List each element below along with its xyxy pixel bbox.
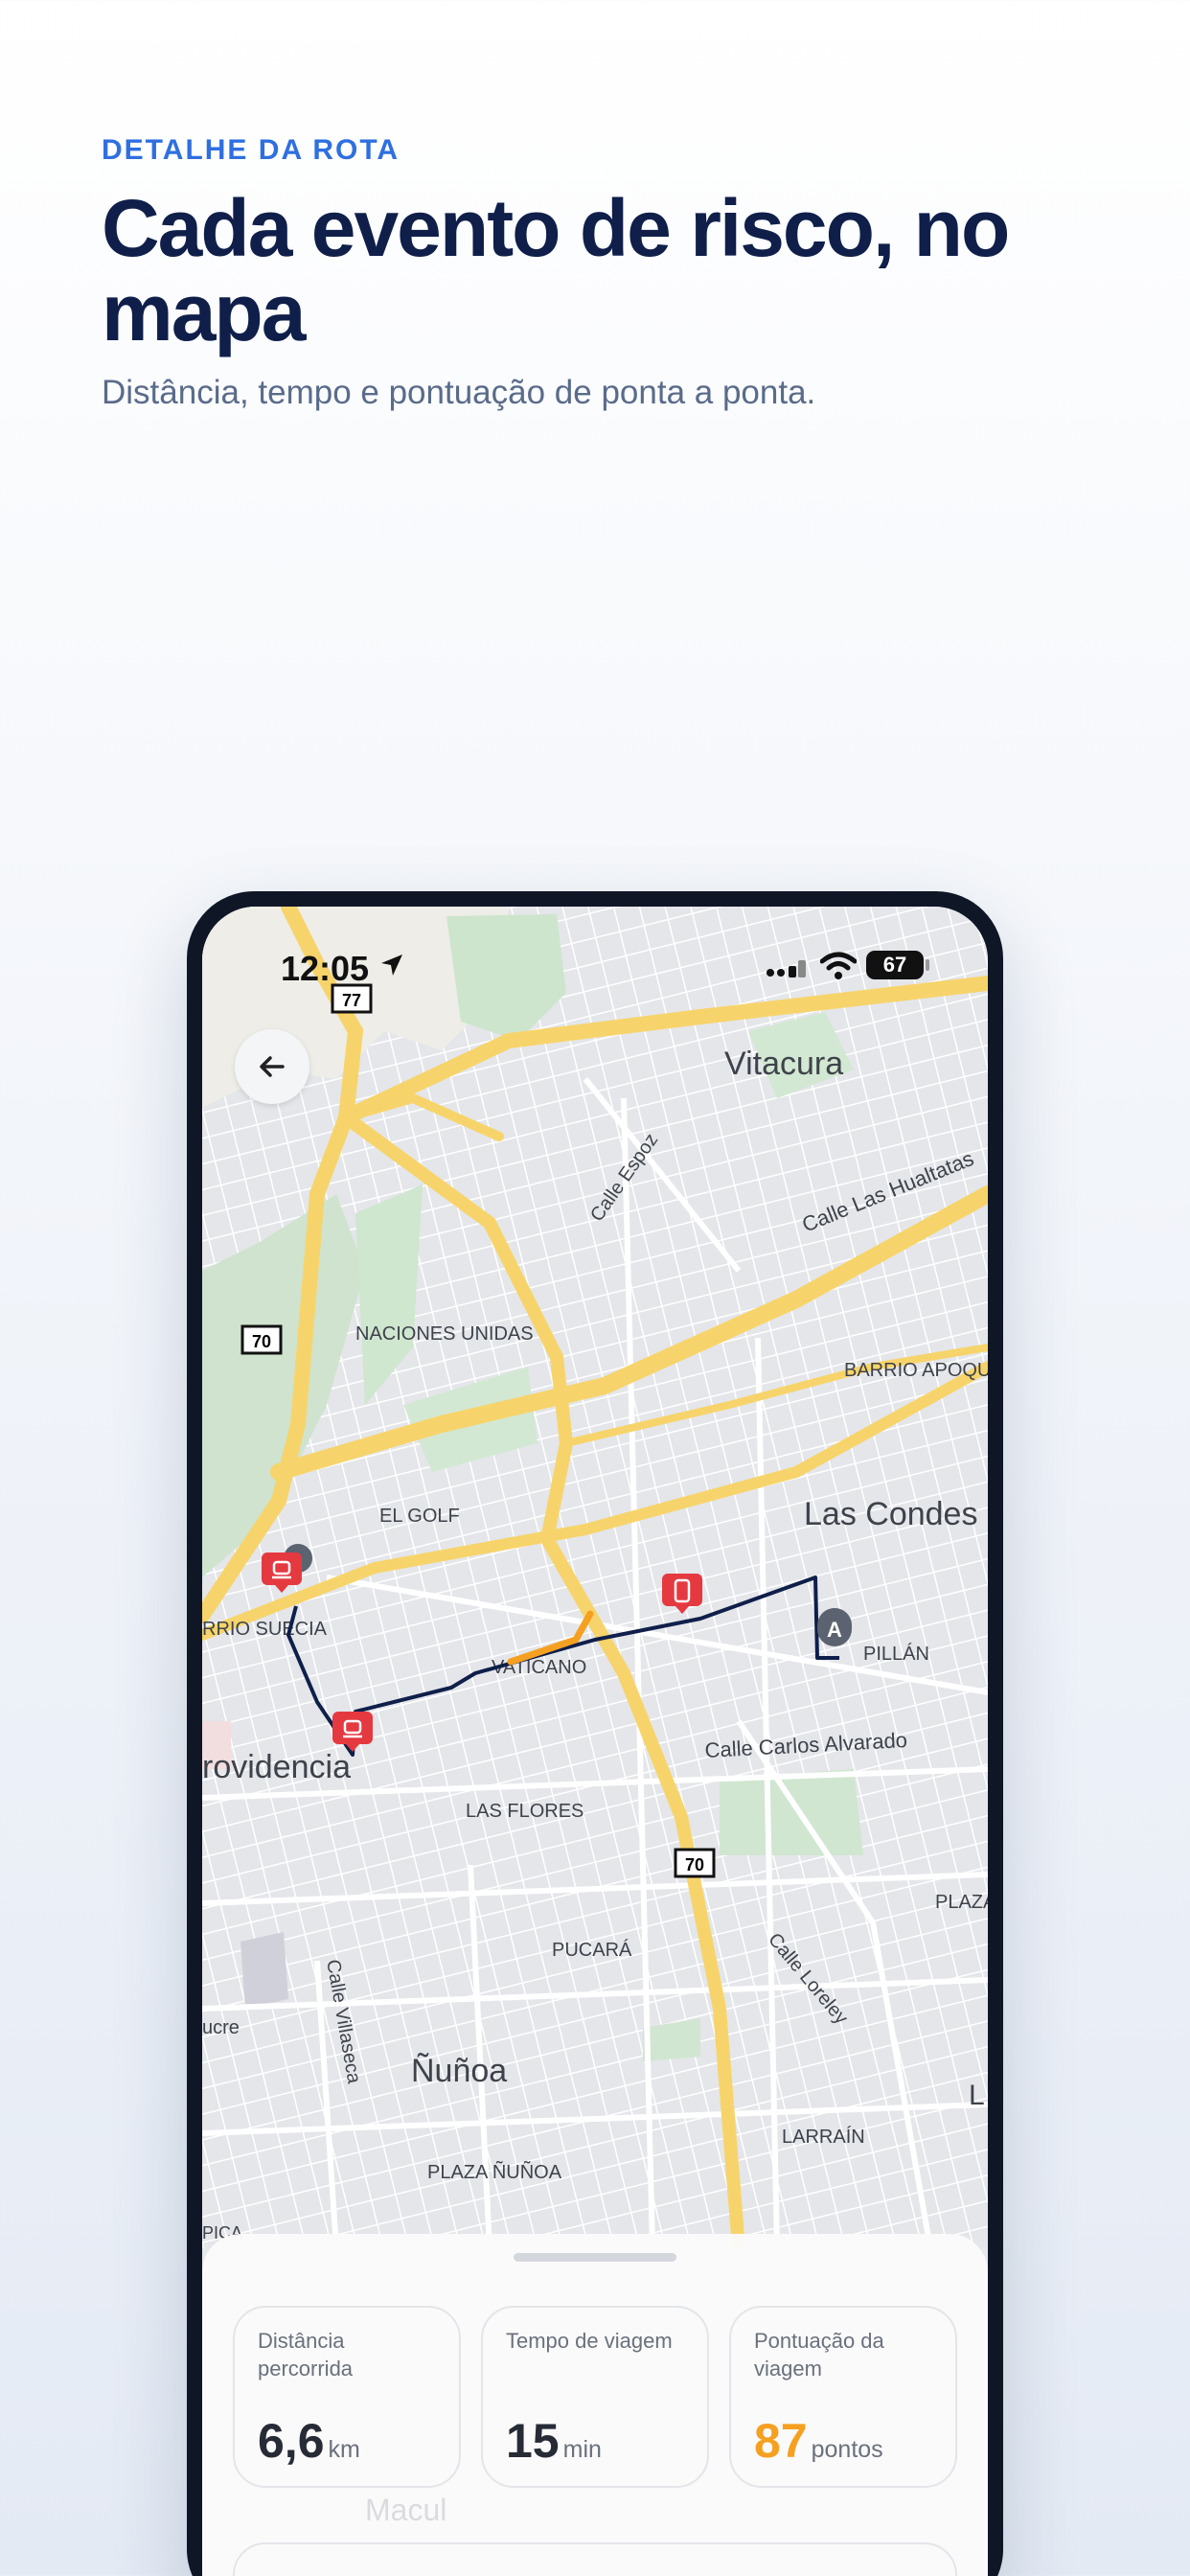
svg-text:70: 70 [252,1332,271,1351]
status-bar: 12:05 67 [202,907,988,1002]
duration-card: Tempo de viagem 15 min [481,2306,709,2488]
map-label: Las Condes [804,1496,977,1532]
location-arrow-icon [381,954,402,976]
map-label: LARRAÍN [782,2126,865,2148]
map-label: L [969,2080,985,2111]
score-value: 87 [754,2414,808,2468]
map-label: BARRIO APOQUI [844,1360,988,1381]
signal-icon [767,960,806,978]
route-map[interactable]: 77 70 70 Vitacura Calle Espoz Calle Las … [202,907,988,2248]
map-label-faded: Macul [365,2493,447,2527]
sheet-handle[interactable] [514,2253,676,2262]
battery-cap [926,959,929,971]
map-label: PILLÁN [863,1643,929,1665]
battery-icon: 67 [866,951,924,979]
duration-label: Tempo de viagem [506,2329,673,2353]
score-unit: pontos [811,2436,883,2463]
map-label: ucre [202,2017,240,2038]
map-label: EL GOLF [379,1506,460,1527]
distance-label: Distância percorrida [258,2329,354,2380]
map-label: PLAZA [935,1892,988,1913]
wifi-icon [820,952,857,979]
hero: DETALHE DA ROTA Cada evento de risco, no… [102,134,1098,412]
distance-unit: km [328,2436,360,2463]
score-value-group: 87 pontos [754,2413,883,2469]
svg-text:70: 70 [685,1855,704,1874]
trip-summary-sheet[interactable]: Distância percorrida 6,6 km Tempo de viag… [202,2234,988,2576]
page-subtitle: Distância, tempo e pontuação de ponta a … [102,374,816,411]
phone-frame: 77 70 70 Vitacura Calle Espoz Calle Las … [187,891,1003,2576]
arrow-left-icon [260,1056,285,1077]
duration-value-group: 15 min [506,2413,602,2469]
duration-unit: min [562,2436,602,2463]
map-label: rovidencia [202,1749,351,1785]
back-button[interactable] [235,1029,309,1104]
map-label: RRIO SUECIA [202,1619,328,1640]
map-label: LAS FLORES [466,1801,584,1822]
road-shield-70: 70 [674,1848,716,1878]
distance-value-group: 6,6 km [258,2413,360,2469]
map-label: Vitacura [724,1046,843,1082]
map-label: NACIONES UNIDAS [355,1323,534,1345]
status-time: 12:05 [281,949,370,988]
page-title: Cada evento de risco, no mapa [102,183,1010,357]
eyebrow: DETALHE DA ROTA [102,134,400,166]
map-label: PUCARÁ [552,1939,632,1961]
duration-value: 15 [506,2414,560,2468]
distance-card: Distância percorrida 6,6 km [233,2306,461,2488]
map-label: Ñuñoa [411,2053,507,2089]
svg-text:A: A [827,1618,842,1642]
score-card: Pontuação da viagem 87 pontos [729,2306,957,2488]
map-label: PLAZA ÑUÑOA [427,2160,562,2183]
distance-value: 6,6 [258,2414,325,2468]
road-shield-70: 70 [240,1324,283,1355]
map-label: VATICANO [492,1657,586,1678]
score-label: Pontuação da viagem [754,2329,884,2380]
phone-screen: 77 70 70 Vitacura Calle Espoz Calle Las … [202,907,988,2576]
next-card[interactable] [233,2542,957,2576]
